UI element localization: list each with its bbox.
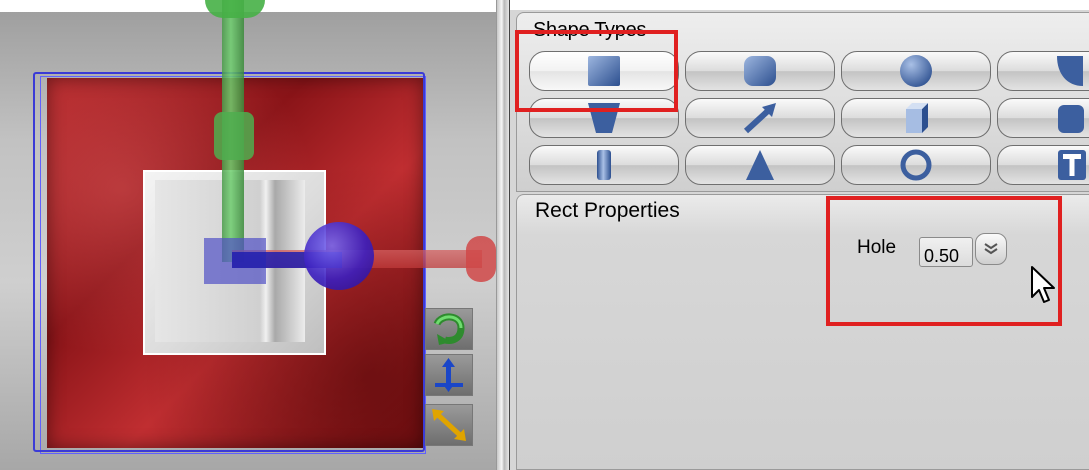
shape-button-trapezoid[interactable] (529, 98, 679, 138)
gizmo-z-handle[interactable] (304, 222, 374, 290)
shape-types-group: Shape Types (516, 12, 1089, 192)
shape-button-rounded-box[interactable] (997, 98, 1089, 138)
rect-properties-group: Rect Properties Hole 0.50 (516, 194, 1089, 470)
hole-spin-button[interactable] (975, 233, 1007, 265)
shape-button-arrow[interactable] (685, 98, 835, 138)
3d-viewport[interactable] (0, 0, 496, 470)
gizmo-x-handle[interactable] (466, 236, 496, 282)
circle-icon (900, 55, 932, 87)
shape-button-cylinder[interactable] (529, 145, 679, 185)
quarter-circle-icon (1057, 56, 1083, 86)
hole-label: Hole (857, 237, 897, 258)
ring-icon (900, 149, 932, 181)
chevron-double-down-icon (984, 243, 998, 255)
shape-button-cube[interactable] (841, 98, 991, 138)
gizmo-y-mid-handle[interactable] (214, 112, 254, 160)
cone-icon (746, 150, 774, 180)
hole-value-field[interactable]: 0.50 (919, 237, 973, 267)
rounded-square-icon (744, 56, 776, 86)
panel-splitter[interactable] (496, 0, 510, 470)
hole-spinner: 0.50 (919, 233, 1015, 271)
shape-button-rect[interactable] (529, 51, 679, 91)
text-t-icon (1058, 150, 1086, 180)
rounded-box-icon (1058, 105, 1084, 133)
arrow-icon (743, 103, 776, 134)
shape-button-quarter-circle[interactable] (997, 51, 1089, 91)
mouse-cursor-icon (1031, 266, 1055, 303)
properties-panel: Shape Types Rect Properties Hole 0.50 (510, 0, 1089, 470)
shape-button-rounded-rect[interactable] (685, 51, 835, 91)
move-tool-button[interactable] (425, 354, 473, 396)
cylinder-icon (597, 150, 611, 180)
shape-button-cone[interactable] (685, 145, 835, 185)
scale-tool-button[interactable] (425, 404, 473, 446)
rotate-icon (433, 313, 465, 345)
gizmo-y-handle[interactable] (205, 0, 265, 18)
cube-icon (906, 103, 928, 133)
square-icon (588, 56, 620, 86)
panel-top-strip (510, 0, 1089, 10)
rect-properties-title: Rect Properties (535, 199, 680, 222)
move-arrows-icon (435, 358, 463, 392)
trapezoid-icon (588, 103, 620, 133)
rotate-tool-button[interactable] (425, 308, 473, 350)
shape-button-text[interactable] (997, 145, 1089, 185)
shape-button-ring[interactable] (841, 145, 991, 185)
shape-types-title: Shape Types (533, 19, 647, 41)
shape-button-circle[interactable] (841, 51, 991, 91)
scale-arrow-icon (432, 409, 466, 441)
